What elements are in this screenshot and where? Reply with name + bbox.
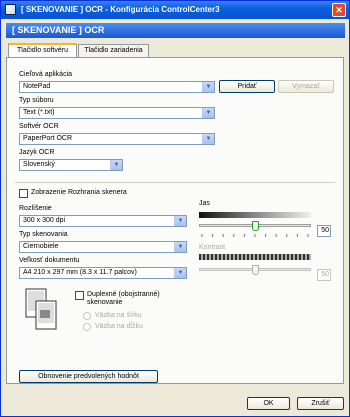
ocr-language-label: Jazyk OCR: [19, 149, 55, 156]
file-type-select[interactable]: Text (*.txt) ▼: [19, 107, 215, 119]
resolution-select[interactable]: 300 x 300 dpi ▼: [19, 215, 187, 227]
title-bar[interactable]: [ SKENOVANIE ] OCR - Konfigurácia Contro…: [1, 1, 349, 19]
tab-software-button[interactable]: Tlačidlo softvéru: [8, 43, 77, 58]
ocr-software-value: PaperPort OCR: [23, 135, 73, 142]
brightness-slider-thumb[interactable]: [251, 221, 259, 231]
target-app-value: NotePad: [23, 83, 51, 90]
chevron-down-icon: ▼: [174, 216, 186, 226]
duplex-label-line2: skenovanie: [87, 299, 123, 306]
contrast-slider-thumb: [251, 265, 259, 275]
duplex-document-icon: [25, 288, 57, 330]
contrast-value-field: 50: [317, 269, 331, 281]
brightness-gradient: [199, 212, 311, 218]
brightness-value-field[interactable]: 50: [317, 225, 331, 237]
section-banner: [ SKENOVANIE ] OCR: [6, 23, 345, 38]
document-size-label: Veľkosť dokumentu: [19, 257, 80, 264]
scan-type-value: Čiernobiele: [23, 243, 59, 250]
tab-device-button[interactable]: Tlačidlo zariadenia: [78, 44, 149, 57]
window-title: [ SKENOVANIE ] OCR - Konfigurácia Contro…: [21, 5, 220, 14]
duplex-portrait-radio: [83, 323, 91, 331]
divider: [15, 182, 335, 183]
duplex-landscape-radio: [83, 312, 91, 320]
chevron-down-icon: ▼: [110, 160, 122, 170]
target-app-label: Cieľová aplikácia: [19, 71, 73, 78]
document-size-value: A4 210 x 297 mm (8.3 x 11.7 palcov): [23, 269, 137, 276]
chevron-down-icon: ▼: [202, 134, 214, 144]
file-type-label: Typ súboru: [19, 97, 54, 104]
scan-type-select[interactable]: Čiernobiele ▼: [19, 241, 187, 253]
scanner-interface-checkbox[interactable]: [19, 189, 28, 198]
ocr-language-value: Slovenský: [23, 161, 55, 168]
brightness-label: Jas: [199, 200, 210, 207]
app-icon: [5, 4, 16, 15]
chevron-down-icon: ▼: [202, 82, 214, 92]
file-type-value: Text (*.txt): [23, 109, 55, 116]
chevron-down-icon: ▼: [174, 242, 186, 252]
restore-defaults-button[interactable]: Obnovenie predvolených hodnôt: [19, 370, 158, 383]
close-button[interactable]: ✕: [332, 3, 346, 17]
banner-title: [ SKENOVANIE ] OCR: [12, 25, 105, 35]
ok-button[interactable]: OK: [247, 397, 290, 410]
ocr-software-select[interactable]: PaperPort OCR ▼: [19, 133, 215, 145]
chevron-down-icon: ▼: [174, 268, 186, 278]
duplex-checkbox[interactable]: [75, 291, 84, 300]
ocr-software-label: Softvér OCR: [19, 123, 59, 130]
contrast-gradient: [199, 254, 311, 260]
target-app-select[interactable]: NotePad ▼: [19, 81, 215, 93]
scanner-interface-label: Zobrazenie Rozhrania skenera: [31, 189, 127, 196]
duplex-label-line1: Duplexné (obojstranné): [87, 291, 160, 298]
cancel-button[interactable]: Zrušiť: [297, 397, 344, 410]
tab-panel: Cieľová aplikácia NotePad ▼ Pridať Vymaz…: [6, 57, 344, 384]
add-button[interactable]: Pridať: [219, 80, 275, 93]
chevron-down-icon: ▼: [202, 108, 214, 118]
brightness-ticks: [201, 234, 309, 237]
dialog-window: [ SKENOVANIE ] OCR - Konfigurácia Contro…: [0, 0, 350, 417]
scan-type-label: Typ skenovania: [19, 231, 68, 238]
ocr-language-select[interactable]: Slovenský ▼: [19, 159, 123, 171]
duplex-landscape-label: Väzba na šírku: [95, 312, 142, 319]
duplex-portrait-label: Väzba na dĺžku: [95, 323, 143, 330]
document-size-select[interactable]: A4 210 x 297 mm (8.3 x 11.7 palcov) ▼: [19, 267, 187, 279]
resolution-label: Rozlíšenie: [19, 205, 52, 212]
contrast-label: Kontrast: [199, 244, 226, 251]
resolution-value: 300 x 300 dpi: [23, 217, 66, 224]
delete-button: Vymazať: [278, 80, 334, 93]
